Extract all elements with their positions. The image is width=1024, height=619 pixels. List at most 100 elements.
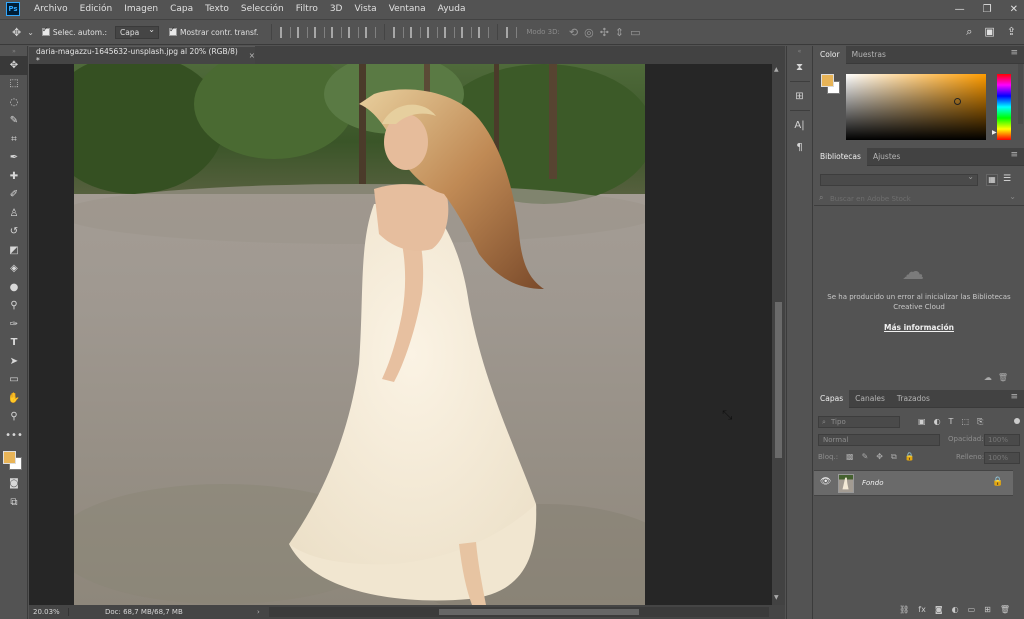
menu-vista[interactable]: Vista	[348, 0, 382, 18]
document-tab[interactable]: daria-magazzu-1645632-unsplash.jpg al 20…	[29, 46, 255, 65]
scroll-up-icon[interactable]: ▲	[774, 66, 779, 73]
brush-tool-icon[interactable]: ✐	[0, 186, 28, 205]
filter-toggle[interactable]	[1014, 418, 1020, 424]
auto-select-dropdown[interactable]: Capa	[114, 25, 159, 39]
camera-3d-icon[interactable]: ▭	[630, 26, 640, 39]
move-tool-icon[interactable]: ✥	[0, 56, 28, 75]
new-layer-icon[interactable]: ⊞	[984, 605, 991, 614]
filter-adjustment-icon[interactable]: ◐	[934, 417, 941, 427]
color-picker-marker[interactable]	[954, 98, 961, 105]
healing-brush-tool-icon[interactable]: ✚	[0, 167, 28, 186]
filter-smart-object-icon[interactable]: ⎘	[977, 417, 983, 427]
paragraph-panel-icon[interactable]: ¶	[787, 136, 812, 158]
restore-button[interactable]: ❐	[983, 4, 992, 15]
screen-mode-icon[interactable]: ⧉	[0, 493, 28, 512]
roll-3d-icon[interactable]: ◎	[584, 26, 594, 39]
grid-view-icon[interactable]: ▦	[986, 174, 998, 186]
tab-swatches[interactable]: Muestras	[846, 46, 892, 64]
chevron-down-icon[interactable]: ⌄	[1009, 192, 1016, 201]
align-right-icon[interactable]	[365, 26, 377, 38]
opacity-field[interactable]: 100%	[984, 434, 1020, 446]
close-window-button[interactable]: ✕	[1010, 4, 1018, 15]
crop-tool-icon[interactable]: ⌗	[0, 130, 28, 149]
panel-menu-icon[interactable]: ≡	[1010, 392, 1018, 402]
workspace-icon[interactable]: ▣	[984, 25, 994, 39]
auto-select-checkbox[interactable]	[41, 25, 50, 36]
color-field[interactable]	[846, 74, 986, 140]
menu-edicion[interactable]: Edición	[74, 0, 119, 18]
filter-type-icon[interactable]: T	[949, 417, 954, 427]
chevron-down-icon[interactable]: ⌄	[27, 28, 34, 37]
search-icon[interactable]: ⌕	[966, 25, 972, 39]
adjustment-layer-icon[interactable]: ◐	[952, 605, 959, 614]
character-panel-icon[interactable]: A|	[787, 114, 812, 136]
collapse-arrows-icon[interactable]: «	[787, 46, 812, 56]
canvas-area[interactable]: ⤡	[29, 64, 772, 605]
vertical-scrollbar[interactable]: ▲ ▼	[772, 64, 785, 605]
fill-field[interactable]: 100%	[984, 452, 1020, 464]
align-left-icon[interactable]	[331, 26, 343, 38]
clone-stamp-tool-icon[interactable]: ♙	[0, 204, 28, 223]
lock-artboard-icon[interactable]: ⧉	[891, 452, 897, 462]
scrollbar-thumb[interactable]	[439, 609, 639, 615]
filter-pixel-icon[interactable]: ▣	[918, 417, 926, 427]
tab-paths[interactable]: Trazados	[891, 390, 936, 408]
menu-filtro[interactable]: Filtro	[290, 0, 324, 18]
layer-row[interactable]: 👁 Fondo 🔒	[814, 470, 1013, 496]
collapse-arrows-icon[interactable]: »	[0, 46, 28, 56]
tab-color[interactable]: Color	[814, 45, 846, 64]
cloud-sync-icon[interactable]: ☁	[984, 373, 992, 382]
panel-menu-icon[interactable]: ≡	[1010, 48, 1018, 58]
layer-style-icon[interactable]: fx	[918, 605, 926, 614]
lock-pixels-icon[interactable]: ✎	[862, 452, 869, 462]
menu-ayuda[interactable]: Ayuda	[432, 0, 472, 18]
menu-archivo[interactable]: Archivo	[28, 0, 74, 18]
rectangle-tool-icon[interactable]: ▭	[0, 371, 28, 390]
dodge-tool-icon[interactable]: ⚲	[0, 297, 28, 316]
zoom-level[interactable]: 20.03%	[29, 608, 69, 616]
hue-slider[interactable]	[997, 74, 1011, 140]
distribute-vertical-center-icon[interactable]	[410, 26, 422, 38]
horizontal-scrollbar[interactable]	[269, 607, 769, 617]
history-brush-tool-icon[interactable]: ↺	[0, 223, 28, 242]
panel-scrollbar[interactable]	[1018, 64, 1023, 124]
path-selection-tool-icon[interactable]: ➤	[0, 352, 28, 371]
delete-layer-icon[interactable]: 🗑	[1000, 605, 1010, 614]
minimize-button[interactable]: —	[955, 4, 965, 15]
auto-align-layers-icon[interactable]	[506, 26, 518, 38]
library-select[interactable]	[820, 172, 978, 186]
type-tool-icon[interactable]: T	[0, 334, 28, 353]
paint-bucket-tool-icon[interactable]: ◈	[0, 260, 28, 279]
menu-seleccion[interactable]: Selección	[235, 0, 290, 18]
scroll-down-icon[interactable]: ▼	[774, 594, 779, 601]
layer-filter-select[interactable]: ⌕ Tipo	[818, 416, 900, 428]
orbit-3d-icon[interactable]: ⟲	[569, 26, 578, 39]
lock-transparent-icon[interactable]: ▩	[846, 452, 854, 462]
list-view-icon[interactable]: ☰	[1003, 174, 1011, 184]
adobe-stock-search-input[interactable]	[830, 193, 990, 204]
scrollbar-thumb[interactable]	[775, 302, 782, 458]
more-info-link[interactable]: Más información	[814, 323, 1024, 332]
distribute-horizontal-center-icon[interactable]	[461, 26, 473, 38]
eraser-tool-icon[interactable]: ◩	[0, 241, 28, 260]
align-vertical-center-icon[interactable]	[297, 26, 309, 38]
tab-channels[interactable]: Canales	[849, 390, 891, 408]
quick-selection-tool-icon[interactable]: ✎	[0, 112, 28, 131]
new-group-icon[interactable]: ▭	[968, 605, 976, 614]
hand-tool-icon[interactable]: ✋	[0, 389, 28, 408]
lock-icon[interactable]: 🔒	[992, 477, 1003, 487]
status-menu-arrow[interactable]: ›	[257, 608, 260, 616]
blend-mode-select[interactable]: Normal	[818, 434, 940, 446]
more-tools-icon[interactable]: •••	[0, 426, 28, 445]
zoom-tool-icon[interactable]: ⚲	[0, 408, 28, 427]
add-mask-icon[interactable]: ◙	[935, 605, 943, 614]
show-transform-checkbox[interactable]	[168, 25, 177, 36]
menu-3d[interactable]: 3D	[324, 0, 349, 18]
marquee-tool-icon[interactable]: ⬚	[0, 75, 28, 94]
blur-tool-icon[interactable]: ●	[0, 278, 28, 297]
menu-ventana[interactable]: Ventana	[383, 0, 432, 18]
slide-3d-icon[interactable]: ⇕	[615, 26, 624, 39]
tab-layers[interactable]: Capas	[814, 389, 850, 408]
lasso-tool-icon[interactable]: ◌	[0, 93, 28, 112]
distribute-bottom-icon[interactable]	[427, 26, 439, 38]
